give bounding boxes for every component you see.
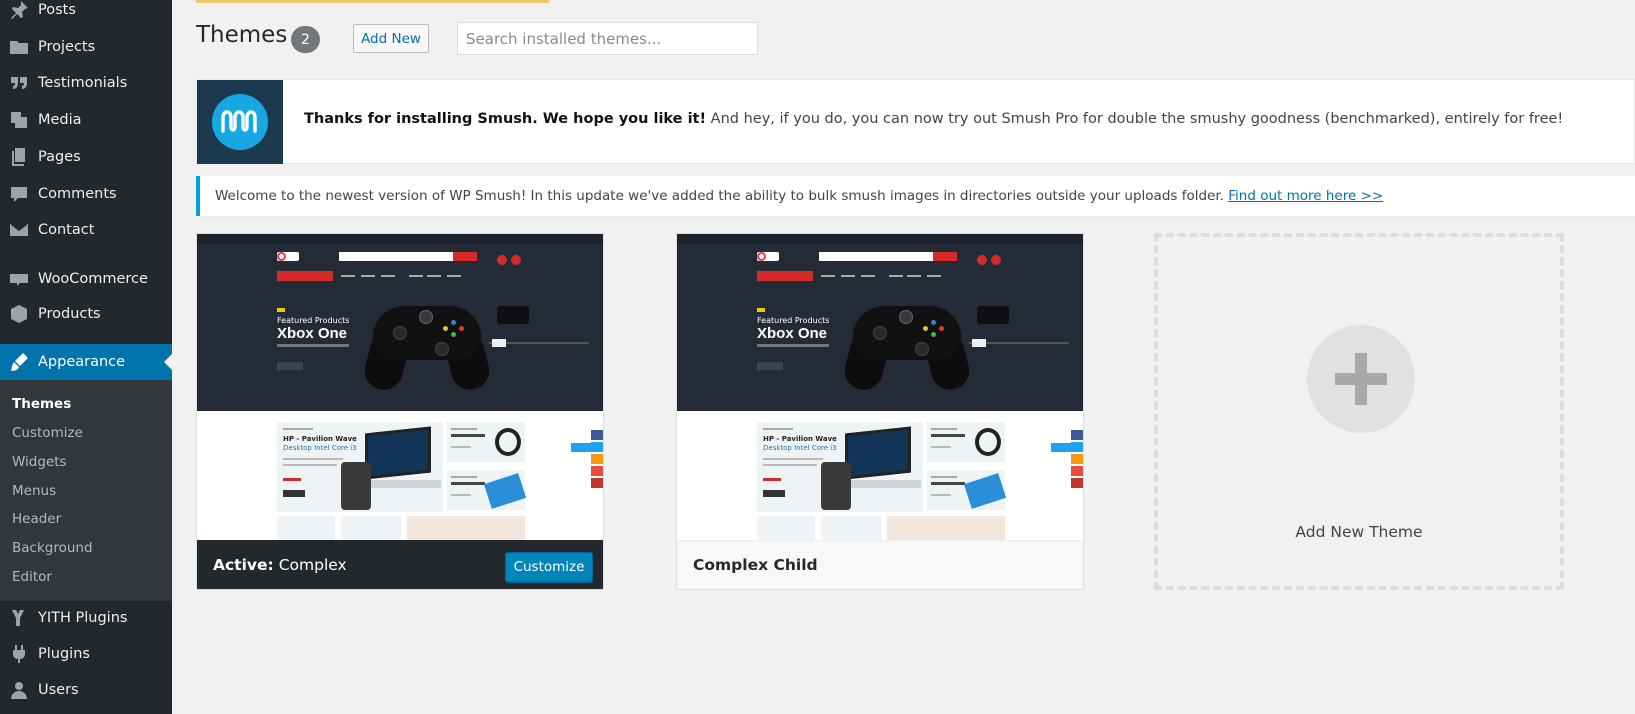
menu-yith-plugins[interactable]: YITH Plugins xyxy=(0,600,172,636)
theme-card-complex-child[interactable]: Featured Products Xbox One HP - Pavilion… xyxy=(676,233,1084,590)
pages-icon xyxy=(0,147,38,167)
smush-wave-icon xyxy=(221,110,257,133)
smush-notice: Thanks for installing Smush. We hope you… xyxy=(196,79,1635,164)
menu-pages[interactable]: Pages xyxy=(0,139,172,175)
shot-hero-caption: Featured Products xyxy=(757,316,830,325)
menu-woocommerce[interactable]: WooCommerce xyxy=(0,261,172,297)
top-notice-strip xyxy=(196,0,549,3)
menu-label: YITH Plugins xyxy=(38,610,128,626)
shot-card-subtitle: Desktop Intel Core i3 xyxy=(763,444,837,452)
search-themes-input[interactable] xyxy=(457,22,758,55)
woo-icon xyxy=(0,269,38,289)
shot-hero-title: Xbox One xyxy=(757,325,828,342)
media-icon xyxy=(0,110,38,130)
smush-notice-bold: Thanks for installing Smush. We hope you… xyxy=(304,111,707,127)
folder-icon xyxy=(0,37,38,57)
mail-icon xyxy=(0,220,38,240)
add-new-theme-label: Add New Theme xyxy=(1295,523,1423,541)
menu-products[interactable]: Products xyxy=(0,296,172,332)
submenu-customize[interactable]: Customize xyxy=(12,425,83,441)
appearance-submenu: Themes Customize Widgets Menus Header Ba… xyxy=(0,380,172,601)
active-label: Active: xyxy=(213,555,274,574)
update-notice-text: Welcome to the newest version of WP Smus… xyxy=(215,188,1229,204)
brush-icon xyxy=(0,352,38,372)
submenu-background[interactable]: Background xyxy=(12,540,93,556)
controller-image xyxy=(360,296,494,394)
theme-count-badge: 2 xyxy=(291,26,320,53)
menu-label: Comments xyxy=(38,186,117,202)
menu-label: Projects xyxy=(38,39,96,55)
pin-icon xyxy=(0,0,38,20)
menu-posts[interactable]: Posts xyxy=(0,0,172,28)
menu-comments[interactable]: Comments xyxy=(0,176,172,212)
menu-label: Plugins xyxy=(38,646,90,662)
smush-logo xyxy=(197,80,283,164)
theme-name: Complex xyxy=(278,555,347,574)
menu-contact[interactable]: Contact xyxy=(0,212,172,248)
admin-sidebar: Posts Projects Testimonials Media Pages … xyxy=(0,0,172,714)
submenu-widgets[interactable]: Widgets xyxy=(12,454,67,470)
menu-label: Testimonials xyxy=(38,75,128,91)
menu-users[interactable]: Users xyxy=(0,672,172,708)
menu-testimonials[interactable]: Testimonials xyxy=(0,65,172,101)
submenu-header[interactable]: Header xyxy=(12,511,61,527)
submenu-themes[interactable]: Themes xyxy=(12,396,71,412)
menu-label: Products xyxy=(38,306,101,322)
menu-appearance[interactable]: Appearance xyxy=(0,344,172,380)
menu-label: WooCommerce xyxy=(38,271,148,287)
shot-card-title: HP - Pavilion Wave xyxy=(283,435,357,443)
submenu-editor[interactable]: Editor xyxy=(12,569,52,585)
plus-icon xyxy=(1307,325,1415,433)
yith-icon xyxy=(0,608,38,628)
shot-card-subtitle: Desktop Intel Core i3 xyxy=(283,444,357,452)
update-notice: Welcome to the newest version of WP Smus… xyxy=(196,176,1635,216)
current-menu-arrow xyxy=(164,354,172,370)
add-new-theme-card[interactable]: Add New Theme xyxy=(1154,233,1564,590)
smush-notice-body: And hey, if you do, you can now try out … xyxy=(706,111,1564,127)
find-out-more-link[interactable]: Find out more here >> xyxy=(1228,188,1383,204)
menu-label: Media xyxy=(38,112,82,128)
comment-icon xyxy=(0,184,38,204)
theme-name-bar: Complex Child xyxy=(677,540,1083,589)
menu-plugins[interactable]: Plugins xyxy=(0,636,172,672)
menu-label: Posts xyxy=(38,2,76,18)
menu-media[interactable]: Media xyxy=(0,102,172,138)
page-title: Themes xyxy=(196,22,288,48)
submenu-menus[interactable]: Menus xyxy=(12,483,56,499)
theme-card-complex[interactable]: Featured Products Xbox One HP - Pavilion… xyxy=(196,233,604,590)
menu-label: Pages xyxy=(38,149,81,165)
theme-name: Complex Child xyxy=(693,556,818,574)
user-icon xyxy=(0,680,38,700)
menu-projects[interactable]: Projects xyxy=(0,29,172,65)
smush-notice-text: Thanks for installing Smush. We hope you… xyxy=(304,111,1563,127)
menu-label: Appearance xyxy=(38,354,126,370)
theme-screenshot[interactable]: Featured Products Xbox One HP - Pavilion… xyxy=(677,234,1083,540)
add-new-button[interactable]: Add New xyxy=(353,24,429,53)
controller-image xyxy=(840,296,974,394)
shot-hero-caption: Featured Products xyxy=(277,316,350,325)
menu-label: Users xyxy=(38,682,79,698)
plug-icon xyxy=(0,644,38,664)
customize-button[interactable]: Customize xyxy=(505,552,593,582)
shot-card-title: HP - Pavilion Wave xyxy=(763,435,837,443)
theme-name-bar: Active: Complex Customize xyxy=(197,540,603,589)
shot-hero-title: Xbox One xyxy=(277,325,348,342)
box-icon xyxy=(0,304,38,324)
theme-screenshot[interactable]: Featured Products Xbox One HP - Pavilion… xyxy=(197,234,603,540)
quote-icon xyxy=(0,73,38,93)
menu-label: Contact xyxy=(38,222,95,238)
